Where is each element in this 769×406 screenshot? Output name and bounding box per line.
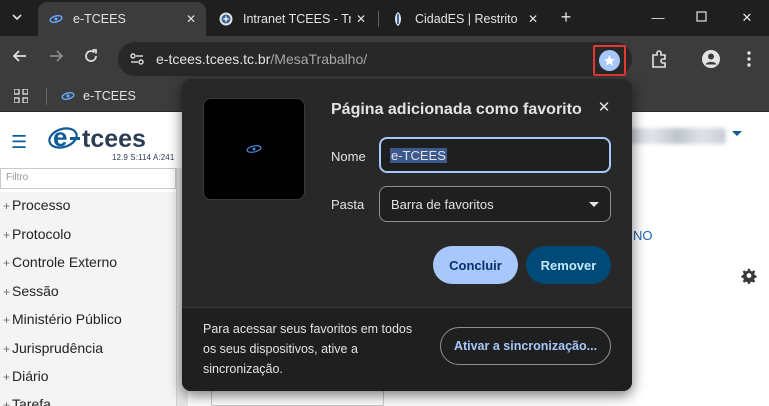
sidebar-item-label: Diário (12, 368, 49, 384)
sidebar-item-controle-externo[interactable]: + Controle Externo (3, 254, 117, 276)
new-tab-icon[interactable]: + (556, 7, 576, 27)
sidebar-item-label: Ministério Público (12, 311, 122, 327)
cidades-favicon-icon (390, 11, 406, 27)
tab-strip: e-TCEES ✕ Intranet TCEES - Tri ✕ CidadES… (0, 0, 769, 36)
bookmark-star-button[interactable] (593, 45, 626, 76)
gear-icon[interactable] (740, 268, 758, 286)
tab-intranet[interactable]: Intranet TCEES - Tri ✕ (208, 2, 376, 36)
user-menu-chevron-down-icon[interactable] (732, 131, 742, 136)
bookmark-label: e-TCEES (83, 89, 136, 103)
sidebar-item-label: Jurisprudência (12, 340, 104, 356)
e-tcees-favicon-icon (60, 88, 76, 104)
sidebar-item-label: Protocolo (12, 226, 72, 242)
folder-label: Pasta (331, 197, 365, 212)
intranet-favicon-icon (218, 11, 234, 27)
page-preview-thumbnail (203, 98, 305, 200)
bookmark-folder-select[interactable]: Barra de favoritos (379, 186, 611, 222)
sidebar-item-protocolo[interactable]: + Protocolo (3, 226, 71, 248)
tab-cidades[interactable]: CidadES | Restrito ✕ (380, 2, 548, 36)
url-path: /MesaTrabalho/ (270, 51, 368, 67)
expand-plus-icon: + (3, 228, 11, 242)
sidebar-item-ministerio-publico[interactable]: + Ministério Público (3, 311, 122, 333)
bookmarks-separator (46, 88, 47, 105)
app-version-text: 12.9 S:114 A:241 (112, 153, 175, 162)
expand-plus-icon: + (3, 342, 11, 356)
sidebar-item-jurisprudencia[interactable]: + Jurisprudência (3, 340, 103, 362)
expand-plus-icon: + (3, 256, 11, 270)
partial-link-text[interactable]: NO (633, 228, 653, 243)
tab-search-icon[interactable] (5, 5, 29, 29)
sidebar-item-label: Sessão (12, 283, 59, 299)
tab-close-icon[interactable]: ✕ (356, 12, 366, 26)
tab-separator (378, 11, 379, 27)
svg-text:tcees: tcees (82, 125, 146, 153)
sidebar-item-processo[interactable]: + Processo (3, 197, 70, 219)
expand-plus-icon: + (3, 398, 11, 406)
expand-plus-icon: + (3, 285, 11, 299)
close-icon[interactable]: ✕ (595, 99, 613, 117)
menu-filter-input[interactable]: Filtro (0, 168, 176, 189)
tab-e-tcees[interactable]: e-TCEES ✕ (38, 2, 206, 36)
sidebar-item-diario[interactable]: + Diário (3, 368, 49, 390)
folder-selected-value: Barra de favoritos (391, 196, 494, 212)
sidebar-item-label: Tarefa (12, 396, 51, 406)
minimize-icon[interactable]: — (648, 8, 668, 28)
user-name-blurred[interactable] (628, 128, 726, 144)
sidebar-menu: + Processo + Protocolo + Controle Externo +… (0, 192, 176, 406)
menu-more-icon[interactable] (738, 48, 760, 70)
sync-promo-text: Para acessar seus favoritos em todos os … (203, 322, 413, 376)
bubble-main-section: Página adicionada como favorito ✕ Nome e… (182, 79, 632, 307)
sidebar-item-label: Controle Externo (12, 254, 118, 270)
hamburger-menu-icon[interactable]: ☰ (11, 132, 27, 153)
name-label: Nome (331, 149, 366, 164)
url-host: e-tcees.tcees.tc.br (156, 51, 271, 67)
bookmark-name-value: e-TCEES (390, 147, 447, 163)
address-url: e-tcees.tcees.tc.br/MesaTrabalho/ (156, 51, 367, 67)
sidebar-item-sessao[interactable]: + Sessão (3, 283, 59, 305)
tab-close-icon[interactable]: ✕ (528, 12, 538, 26)
tab-title: CidadES | Restrito (415, 12, 518, 26)
apps-grid-icon[interactable] (13, 88, 29, 104)
back-icon[interactable] (9, 48, 31, 70)
e-tcees-favicon-icon (48, 11, 64, 27)
forward-icon[interactable] (45, 48, 67, 70)
expand-plus-icon: + (3, 370, 11, 384)
sidebar-item-label: Processo (12, 197, 71, 213)
bookmark-name-input[interactable]: e-TCEES (379, 137, 611, 173)
bookmark-e-tcees[interactable]: e-TCEES (60, 88, 136, 104)
site-settings-icon[interactable] (128, 50, 146, 68)
chevron-down-icon (589, 201, 599, 207)
star-icon (599, 50, 620, 71)
tab-close-icon[interactable]: ✕ (186, 12, 196, 26)
sync-promo-section: Para acessar seus favoritos em todos os … (182, 307, 632, 391)
extensions-icon[interactable] (648, 48, 670, 70)
close-window-icon[interactable]: ✕ (737, 8, 757, 28)
bookmark-added-dialog: Página adicionada como favorito ✕ Nome e… (182, 79, 632, 391)
sidebar-item-tarefa[interactable]: + Tarefa (3, 396, 51, 406)
done-button[interactable]: Concluir (433, 246, 518, 284)
remove-button[interactable]: Remover (526, 246, 611, 284)
expand-plus-icon: + (3, 313, 11, 327)
address-bar[interactable]: e-tcees.tcees.tc.br/MesaTrabalho/ (118, 42, 632, 76)
dialog-title: Página adicionada como favorito (331, 101, 582, 118)
expand-plus-icon: + (3, 199, 11, 213)
maximize-icon[interactable] (691, 8, 711, 28)
reload-icon[interactable] (80, 48, 102, 70)
tab-title: e-TCEES (73, 12, 126, 26)
enable-sync-button[interactable]: Ativar a sincronização... (440, 327, 611, 365)
tab-title: Intranet TCEES - Tri (243, 12, 351, 26)
svg-text:e: e (53, 123, 67, 152)
profile-avatar-icon[interactable] (700, 48, 722, 70)
